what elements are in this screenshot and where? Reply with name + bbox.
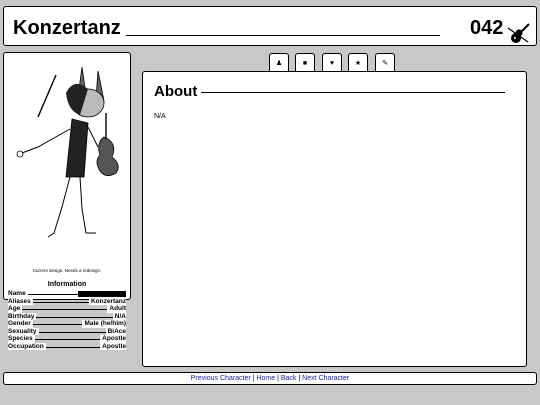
page-title: Konzertanz xyxy=(13,17,121,39)
info-row-species: Species Apostle xyxy=(8,335,126,343)
title-rule xyxy=(126,35,440,36)
nav-separator: | xyxy=(298,375,301,382)
tab-favorites[interactable]: ★ xyxy=(348,53,368,72)
tab-art[interactable]: ✎ xyxy=(375,53,395,72)
info-value: Male (he/him) xyxy=(82,320,126,328)
info-key: Birthday xyxy=(8,312,37,320)
section-body: N/A xyxy=(154,113,166,120)
tab-relationships[interactable]: ♥ xyxy=(322,53,342,72)
info-table: Name Aliases Konzertanz Age Adult Birthd… xyxy=(8,290,126,350)
info-row-gender: Gender Male (he/him) xyxy=(8,320,126,328)
info-value: N/A xyxy=(112,312,126,320)
info-row-aliases: Aliases Konzertanz xyxy=(8,297,126,305)
header-bar: Konzertanz 042 xyxy=(3,6,537,46)
info-row-age: Age Adult xyxy=(8,305,126,313)
character-sidebar: Current design. Needs a redesign. Inform… xyxy=(3,52,131,350)
user-icon: ♟ xyxy=(275,59,283,67)
content-panel: About N/A xyxy=(142,71,527,367)
info-value: Apostle xyxy=(100,335,126,343)
tab-about[interactable]: ♟ xyxy=(269,53,289,72)
info-key: Age xyxy=(8,305,23,313)
info-key: Species xyxy=(8,335,35,343)
next-character-link[interactable]: Next Character xyxy=(302,375,349,382)
brush-icon: ✎ xyxy=(382,59,388,67)
footer-nav: Previous Character | Home | Back | Next … xyxy=(3,372,537,385)
info-row-sexuality: Sexuality BiAce xyxy=(8,327,126,335)
info-key: Occupation xyxy=(8,342,46,350)
info-value: Konzertanz xyxy=(88,297,126,305)
violin-icon xyxy=(507,23,530,43)
previous-character-link[interactable]: Previous Character xyxy=(191,375,251,382)
back-link[interactable]: Back xyxy=(281,375,297,382)
nav-separator: | xyxy=(277,375,279,382)
info-heading: Information xyxy=(47,281,87,288)
info-key: Name xyxy=(8,290,28,298)
portrait-caption: Current design. Needs a redesign. xyxy=(32,268,102,273)
info-value: Apostle xyxy=(100,342,126,350)
home-link[interactable]: Home xyxy=(256,375,275,382)
info-key: Sexuality xyxy=(8,327,39,335)
info-row-birthday: Birthday N/A xyxy=(8,312,126,320)
heading-rule xyxy=(200,92,505,93)
info-key: Aliases xyxy=(8,297,33,305)
info-value-redacted xyxy=(78,290,126,297)
book-icon: ■ xyxy=(302,59,308,67)
info-value: BiAce xyxy=(105,327,126,335)
info-value: Adult xyxy=(107,305,126,313)
heart-icon: ♥ xyxy=(329,59,335,67)
tab-story[interactable]: ■ xyxy=(295,53,315,72)
info-row-name: Name xyxy=(8,290,126,298)
section-heading: About xyxy=(154,84,202,100)
info-key: Gender xyxy=(8,320,33,328)
info-row-occupation: Occupation Apostle xyxy=(8,342,126,350)
nav-separator: | xyxy=(252,375,255,382)
character-portrait xyxy=(16,66,119,238)
character-number: 042 xyxy=(470,17,504,39)
star-icon: ★ xyxy=(354,59,362,67)
